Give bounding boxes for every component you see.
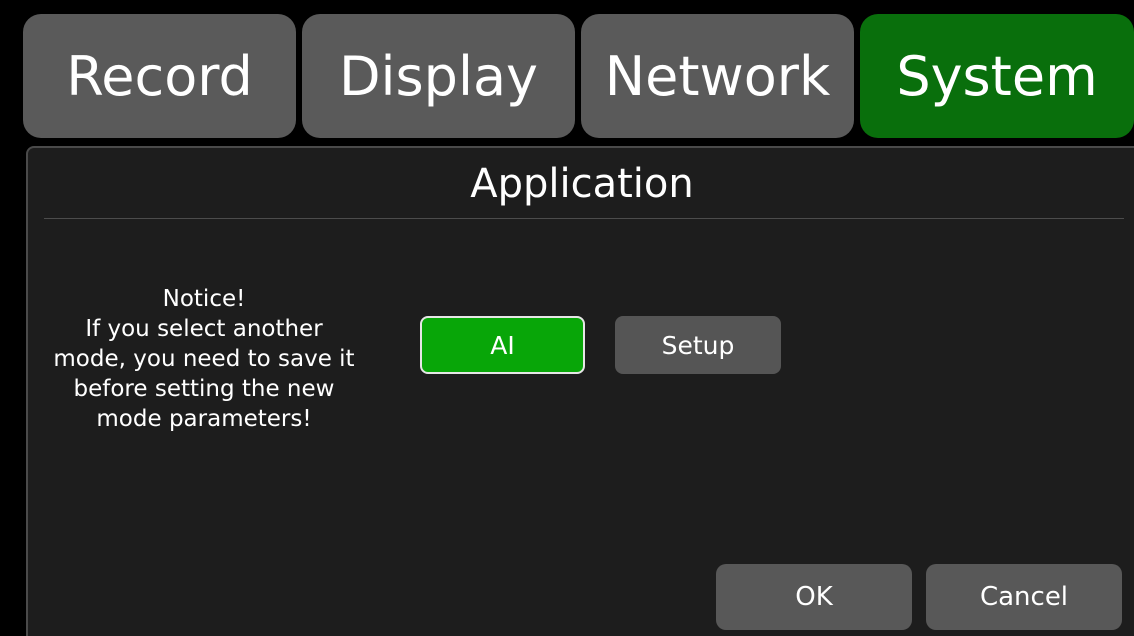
panel-title: Application — [470, 161, 694, 207]
notice-text: Notice! If you select another mode, you … — [34, 284, 374, 434]
tab-network[interactable]: Network — [581, 14, 854, 138]
ok-button[interactable]: OK — [716, 564, 912, 630]
tab-display[interactable]: Display — [302, 14, 575, 138]
notice-line: mode, you need to save it — [53, 346, 355, 372]
setup-mode-button[interactable]: Setup — [615, 316, 781, 374]
notice-line: If you select another — [85, 316, 323, 342]
application-panel: Application Notice! If you select anothe… — [26, 146, 1134, 636]
title-divider — [44, 218, 1124, 219]
cancel-button[interactable]: Cancel — [926, 564, 1122, 630]
notice-line: Notice! — [162, 286, 246, 312]
tab-record[interactable]: Record — [23, 14, 296, 138]
tab-system[interactable]: System — [860, 14, 1134, 138]
notice-line: mode parameters! — [96, 406, 312, 432]
notice-line: before setting the new — [73, 376, 335, 402]
screen: Record Display Network System Applicatio… — [0, 0, 1134, 636]
ai-mode-button[interactable]: AI — [420, 316, 585, 374]
